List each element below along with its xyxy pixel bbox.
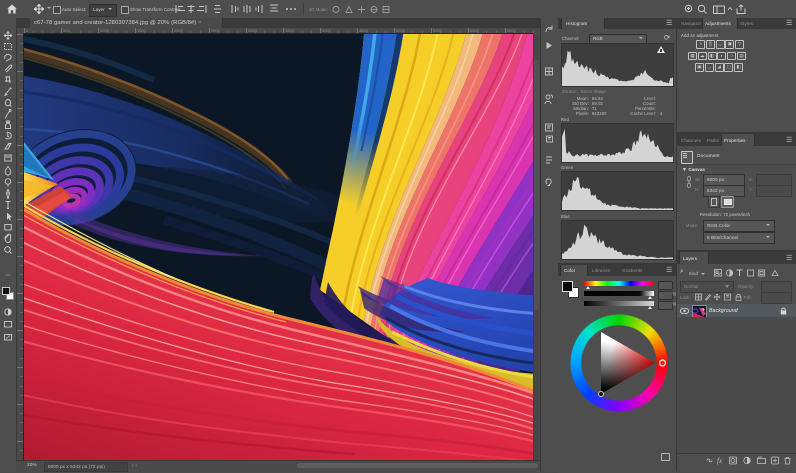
svg-text:fx: fx	[717, 457, 723, 465]
